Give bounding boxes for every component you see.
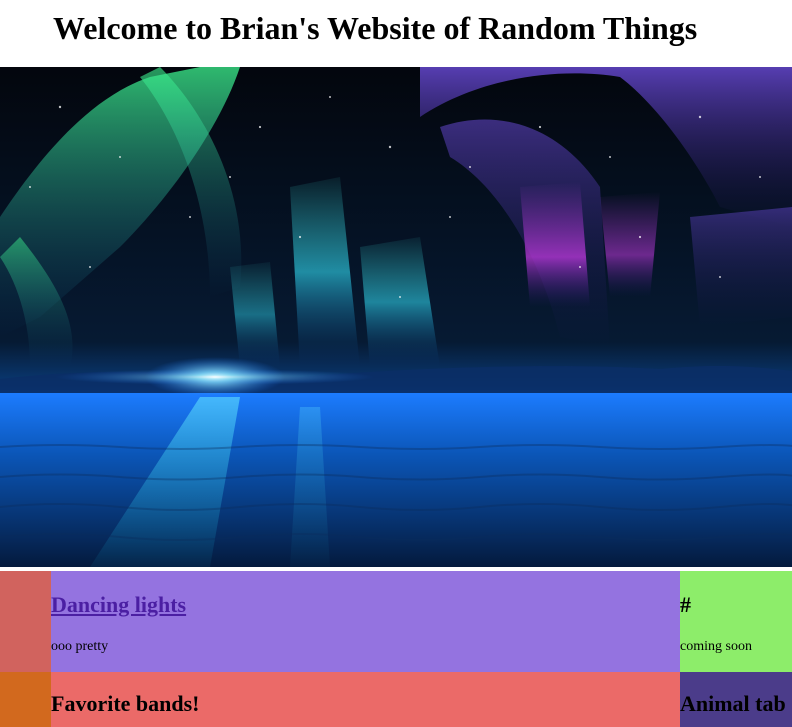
page-title: Welcome to Brian's Website of Random Thi… xyxy=(53,10,698,46)
card-animal-tab: Animal tab xyxy=(680,672,792,727)
row1-left-strip xyxy=(0,571,51,672)
card-row-2: Favorite bands! Animal tab xyxy=(0,672,792,727)
dancing-lights-link[interactable]: Dancing lights xyxy=(51,592,186,617)
hero-image-aurora xyxy=(0,67,792,567)
card-description: ooo pretty xyxy=(51,639,109,654)
page: Welcome to Brian's Website of Random Thi… xyxy=(0,0,792,727)
card-title: # xyxy=(680,592,691,617)
card-title: Favorite bands! xyxy=(51,691,200,716)
card-coming-soon: # coming soon xyxy=(680,571,792,672)
card-title: Dancing lights xyxy=(51,591,186,619)
card-row-1: Dancing lights ooo pretty # coming soon xyxy=(0,571,792,672)
card-dancing-lights: Dancing lights ooo pretty xyxy=(51,571,680,672)
card-description: coming soon xyxy=(680,639,752,654)
card-favorite-bands: Favorite bands! xyxy=(51,672,680,727)
row2-left-strip xyxy=(0,672,51,727)
card-title: Animal tab xyxy=(680,691,786,716)
header: Welcome to Brian's Website of Random Thi… xyxy=(0,0,792,67)
aurora-illustration xyxy=(0,67,792,567)
